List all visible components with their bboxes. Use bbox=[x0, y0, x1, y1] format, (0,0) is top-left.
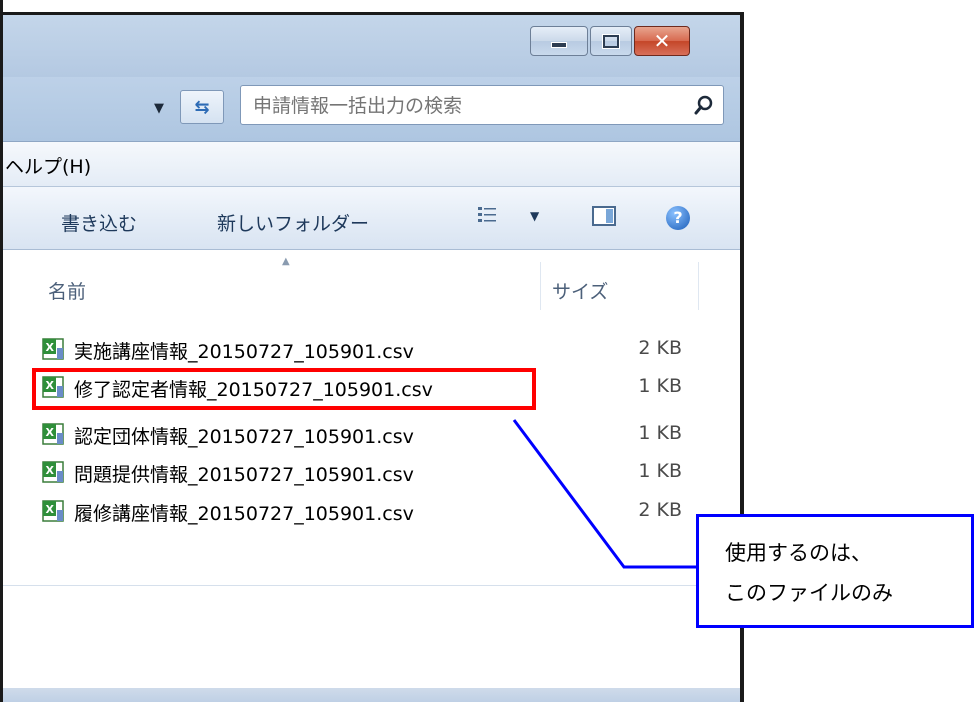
column-divider[interactable] bbox=[540, 262, 541, 310]
menu-bar: ヘルプ(H) bbox=[3, 142, 740, 187]
search-icon[interactable] bbox=[693, 94, 715, 116]
excel-csv-icon: X bbox=[42, 461, 64, 483]
file-row[interactable]: X 実施講座情報_20150727_105901.csv 2 KB bbox=[42, 334, 702, 368]
search-box[interactable] bbox=[240, 85, 724, 125]
excel-csv-icon: X bbox=[42, 338, 64, 360]
column-divider[interactable] bbox=[698, 262, 699, 310]
status-bar bbox=[3, 688, 740, 702]
svg-text:X: X bbox=[46, 341, 55, 354]
svg-text:X: X bbox=[46, 503, 55, 516]
callout-box: 使用するのは、 このファイルのみ bbox=[696, 514, 974, 628]
svg-text:X: X bbox=[46, 426, 55, 439]
file-name: 実施講座情報_20150727_105901.csv bbox=[74, 341, 414, 363]
file-name: 履修講座情報_20150727_105901.csv bbox=[74, 503, 414, 525]
file-row[interactable]: X 認定団体情報_20150727_105901.csv 1 KB bbox=[42, 419, 702, 453]
search-input[interactable] bbox=[251, 90, 675, 122]
details-divider bbox=[3, 585, 740, 626]
maximize-button[interactable] bbox=[590, 26, 632, 56]
chevron-down-icon: ▼ bbox=[154, 100, 164, 116]
window-frame bbox=[0, 12, 744, 15]
file-size: 1 KB bbox=[638, 375, 682, 397]
new-folder-button[interactable]: 新しいフォルダー bbox=[217, 209, 369, 236]
minimize-icon bbox=[551, 42, 567, 48]
file-name: 問題提供情報_20150727_105901.csv bbox=[74, 464, 414, 486]
refresh-icon: ⇆ bbox=[194, 96, 210, 118]
window-frame bbox=[0, 0, 3, 702]
excel-csv-icon: X bbox=[42, 500, 64, 522]
highlight-box bbox=[32, 368, 536, 410]
view-options-icon[interactable] bbox=[478, 206, 498, 224]
maximize-icon bbox=[603, 34, 619, 48]
file-size: 2 KB bbox=[638, 337, 682, 359]
file-row[interactable]: X 問題提供情報_20150727_105901.csv 1 KB bbox=[42, 457, 702, 491]
close-button[interactable]: ✕ bbox=[634, 26, 690, 56]
file-row[interactable]: X 履修講座情報_20150727_105901.csv 2 KB bbox=[42, 496, 702, 530]
excel-csv-icon: X bbox=[42, 423, 64, 445]
file-size: 1 KB bbox=[638, 460, 682, 482]
close-icon: ✕ bbox=[653, 29, 671, 53]
command-bar: 書き込む 新しいフォルダー bbox=[3, 187, 740, 250]
refresh-button[interactable]: ⇆ bbox=[180, 90, 224, 124]
file-name: 認定団体情報_20150727_105901.csv bbox=[74, 426, 414, 448]
callout-text: 使用するのは、 bbox=[725, 541, 872, 565]
menu-help[interactable]: ヘルプ(H) bbox=[5, 152, 91, 179]
explorer-window: ✕ ▼ ⇆ ヘルプ(H) 書き込む 新しいフォルダー ▼ ? ▲ 名前 サイズ bbox=[0, 0, 744, 702]
column-header-size[interactable]: サイズ bbox=[552, 277, 608, 304]
burn-button[interactable]: 書き込む bbox=[61, 209, 137, 236]
sort-ascending-icon: ▲ bbox=[282, 256, 290, 267]
minimize-button[interactable] bbox=[530, 26, 588, 56]
help-icon[interactable]: ? bbox=[666, 206, 690, 230]
svg-text:X: X bbox=[46, 464, 55, 477]
address-dropdown-button[interactable]: ▼ bbox=[144, 93, 174, 123]
column-header-name[interactable]: 名前 bbox=[48, 277, 86, 304]
file-size: 2 KB bbox=[638, 499, 682, 521]
view-dropdown-icon[interactable]: ▼ bbox=[530, 209, 539, 223]
callout-text: このファイルのみ bbox=[725, 581, 893, 605]
preview-pane-icon[interactable] bbox=[592, 206, 616, 226]
file-size: 1 KB bbox=[638, 422, 682, 444]
window-controls: ✕ bbox=[530, 26, 690, 58]
